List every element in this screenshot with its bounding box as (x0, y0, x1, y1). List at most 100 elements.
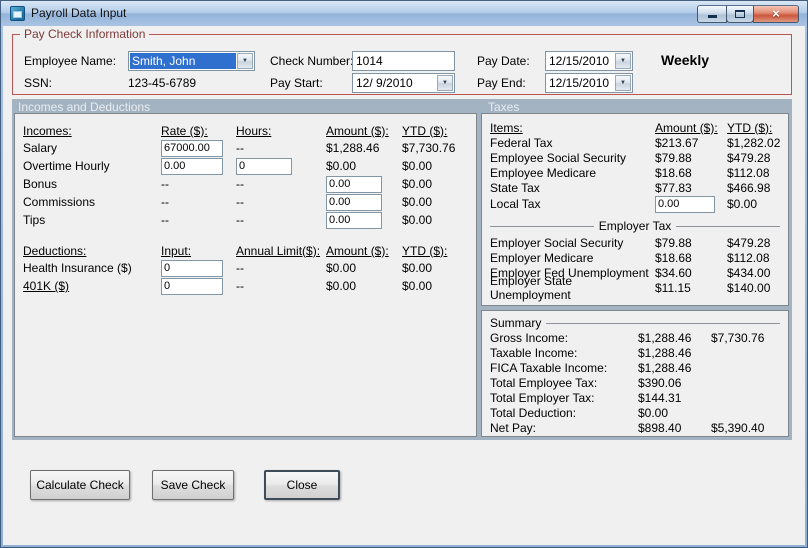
taxes-header-row: Items: Amount ($): YTD ($): (490, 120, 788, 135)
pay-date-dropdown-icon[interactable]: ▼ (615, 53, 631, 69)
commissions-amount-input[interactable] (326, 193, 382, 211)
titlebar[interactable]: Payroll Data Input × (1, 1, 807, 26)
overtime-rate-input[interactable] (161, 157, 223, 175)
summary-row-total-employee-tax: Total Employee Tax: $390.06 (490, 375, 780, 390)
pay-start-picker[interactable]: 12/ 9/2010 ▼ (352, 73, 455, 93)
health-insurance-ytd: $0.00 (402, 261, 433, 275)
hours-header: Hours: (236, 123, 272, 138)
taxes-section-header: Taxes (488, 100, 520, 114)
window-title: Payroll Data Input (31, 6, 127, 20)
incomes-header: Incomes: (23, 123, 72, 138)
employee-medicare-ytd: $112.08 (727, 165, 770, 180)
federal-tax-amount: $213.67 (655, 135, 699, 150)
close-icon: × (772, 6, 780, 21)
summary-row-fica: FICA Taxable Income: $1,288.46 (490, 360, 780, 375)
commissions-rate: -- (161, 195, 169, 209)
summary-row-total-employer-tax: Total Employer Tax: $144.31 (490, 390, 780, 405)
pay-date-picker[interactable]: 12/15/2010 ▼ (545, 51, 633, 71)
overtime-hours-input[interactable] (236, 157, 292, 175)
gross-income-label: Gross Income: (490, 330, 569, 345)
health-insurance-input[interactable] (161, 259, 223, 277)
gross-income-ytd: $7,730.76 (711, 330, 765, 345)
net-pay-label: Net Pay: (490, 420, 537, 435)
total-employer-tax-label: Total Employer Tax: (490, 390, 595, 405)
salary-amount: $1,288.46 (326, 141, 380, 155)
employee-name-combobox[interactable]: Smith, John ▼ (128, 51, 255, 71)
k401-input[interactable] (161, 277, 223, 295)
summary-row-taxable: Taxable Income: $1,288.46 (490, 345, 780, 360)
state-tax-ytd: $466.98 (727, 180, 771, 195)
tax-row-local: Local Tax $0.00 (490, 195, 788, 213)
tips-hours: -- (236, 213, 244, 227)
pay-end-dropdown-icon[interactable]: ▼ (615, 75, 631, 91)
state-tax-amount: $77.83 (655, 180, 692, 195)
fica-taxable-income-amount: $1,288.46 (638, 360, 692, 375)
ssn-value: 123-45-6789 (128, 76, 197, 90)
close-button[interactable]: Close (264, 470, 340, 500)
salary-hours: -- (236, 141, 244, 155)
k401-amount: $0.00 (326, 279, 357, 293)
deduction-amount-header: Amount ($): (326, 243, 389, 258)
employer-tax-separator: Employer Tax (490, 219, 781, 233)
employer-ss-label: Employer Social Security (490, 235, 624, 250)
employee-ss-ytd: $479.28 (727, 150, 771, 165)
health-insurance-amount: $0.00 (326, 261, 357, 275)
commissions-label: Commissions (23, 195, 96, 209)
tax-row-employee-medicare: Employee Medicare $18.68 $112.08 (490, 165, 788, 180)
federal-tax-ytd: $1,282.02 (727, 135, 781, 150)
employer-ss-ytd: $479.28 (727, 235, 771, 250)
ssn-label: SSN: (24, 76, 53, 90)
salary-ytd: $7,730.76 (402, 141, 456, 155)
close-window-button[interactable]: × (753, 5, 799, 23)
summary-header: Summary (490, 316, 542, 330)
total-deduction-label: Total Deduction: (490, 405, 577, 420)
net-pay-amount: $898.40 (638, 420, 682, 435)
employee-name-dropdown-icon[interactable]: ▼ (237, 53, 253, 69)
tips-amount-input[interactable] (326, 211, 382, 229)
summary-row-gross: Gross Income: $1,288.46 $7,730.76 (490, 330, 780, 345)
summary-header-row: Summary (490, 316, 780, 330)
employee-ss-label: Employee Social Security (490, 150, 627, 165)
total-employee-tax-label: Total Employee Tax: (490, 375, 598, 390)
save-check-button[interactable]: Save Check (152, 470, 234, 500)
incomes-header-row: Incomes: Rate ($): Hours: Amount ($): YT… (23, 122, 476, 139)
tax-ytd-header: YTD ($): (727, 120, 773, 135)
fica-taxable-income-label: FICA Taxable Income: (490, 360, 608, 375)
calculate-check-button[interactable]: Calculate Check (30, 470, 130, 500)
sections-container: Incomes and Deductions Taxes Incomes: Ra… (12, 99, 792, 440)
income-row-salary: Salary -- $1,288.46 $7,730.76 (23, 139, 476, 157)
employer-fed-unemployment-amount: $34.60 (655, 265, 692, 280)
pay-start-dropdown-icon[interactable]: ▼ (437, 75, 453, 91)
bonus-amount-input[interactable] (326, 175, 382, 193)
payroll-window: Payroll Data Input × Pay Check Informati… (0, 0, 808, 548)
deduction-ytd-header: YTD ($): (402, 243, 448, 258)
salary-rate-input[interactable] (161, 139, 223, 157)
total-deduction-amount: $0.00 (638, 405, 669, 420)
employee-name-label: Employee Name: (24, 54, 117, 68)
employee-ss-amount: $79.88 (655, 150, 692, 165)
summary-header-line (546, 322, 780, 324)
check-number-input[interactable] (352, 51, 455, 71)
minimize-button[interactable] (697, 5, 727, 23)
pay-start-label: Pay Start: (270, 76, 323, 90)
tax-row-employer-state-unemployment: Employer State Unemployment $11.15 $140.… (490, 274, 788, 302)
pay-date-label: Pay Date: (477, 54, 530, 68)
tax-row-state: State Tax $77.83 $466.98 (490, 180, 788, 195)
employer-state-unemployment-amount: $11.15 (655, 280, 691, 295)
summary-row-total-deduction: Total Deduction: $0.00 (490, 405, 780, 420)
pay-end-picker[interactable]: 12/15/2010 ▼ (545, 73, 633, 93)
employee-name-value: Smith, John (130, 53, 236, 69)
health-insurance-limit: -- (236, 261, 244, 275)
summary-panel: Summary Gross Income: $1,288.46 $7,730.7… (481, 310, 789, 437)
total-employee-tax-amount: $390.06 (638, 375, 682, 390)
taxes-panel: Items: Amount ($): YTD ($): Federal Tax … (481, 113, 789, 306)
maximize-icon (735, 10, 745, 18)
pay-start-value: 12/ 9/2010 (356, 76, 413, 90)
local-tax-ytd: $0.00 (727, 197, 758, 211)
net-pay-ytd: $5,390.40 (711, 420, 765, 435)
separator-line-left (490, 225, 594, 227)
local-tax-label: Local Tax (490, 197, 541, 211)
maximize-button[interactable] (726, 5, 754, 23)
local-tax-input[interactable] (655, 195, 715, 213)
total-employer-tax-amount: $144.31 (638, 390, 682, 405)
